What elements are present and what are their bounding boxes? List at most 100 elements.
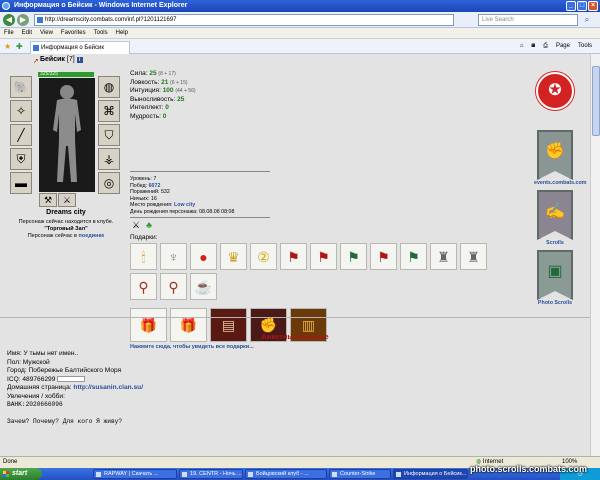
meta-label: Побед:	[130, 182, 148, 189]
slot-dagger[interactable]: ⚔	[58, 193, 76, 207]
number-two-icon: ②	[257, 249, 270, 265]
menu-file[interactable]: File	[4, 28, 14, 38]
menu-tools[interactable]: Tools	[94, 28, 108, 38]
red-banner-icon: ⚑	[377, 249, 390, 265]
armor-icon: ⛨	[16, 152, 26, 166]
maximize-icon[interactable]: □	[577, 1, 587, 11]
character-name: Бейсик	[40, 56, 65, 63]
gift-item[interactable]: ⚑	[400, 243, 427, 270]
stat-label: Мудрость:	[130, 112, 161, 120]
scrolls-banner-block[interactable]: ✍ Scrolls	[534, 190, 576, 246]
stat-value: 25	[177, 95, 185, 103]
slot-belt[interactable]: ▬	[10, 172, 32, 194]
start-button[interactable]: start	[0, 468, 42, 480]
all-gifts-link[interactable]: Нажмите сюда, чтобы увидеть все подарки.…	[130, 344, 254, 350]
combats-logo-icon: ✪	[536, 72, 574, 110]
clover-icon[interactable]: ♣	[146, 220, 152, 231]
vertical-scrollbar[interactable]	[590, 54, 600, 456]
slot-mace[interactable]: ⚒	[39, 193, 57, 207]
menu-edit[interactable]: Edit	[22, 28, 32, 38]
stat-row: Интеллект: 0	[130, 104, 196, 113]
gift-item[interactable]: ♜	[460, 243, 487, 270]
print-icon[interactable]: ⎙	[543, 41, 548, 52]
slot-amulet[interactable]: ✧	[10, 100, 32, 122]
taskbar-item[interactable]: 19. CENTR - Ночь ...	[179, 469, 243, 479]
gift-item[interactable]: ☕	[190, 273, 217, 300]
profile-home-row: Домашняя страница: http://susanin.clan.s…	[7, 384, 143, 393]
page-menu-button[interactable]: Page	[556, 41, 570, 52]
tab-active[interactable]: Информация о Бейсик	[30, 41, 130, 54]
gift-item[interactable]: ♛	[220, 243, 247, 270]
address-row: ◀ ▶ http://dreamscity.combats.com/inf.pl…	[0, 12, 600, 28]
menu-help[interactable]: Help	[116, 28, 128, 38]
feeds-icon[interactable]: ◙	[532, 41, 536, 52]
search-input[interactable]: Live Search	[478, 14, 578, 26]
slot-earrings[interactable]: 🐘	[10, 76, 32, 98]
close-icon[interactable]: ×	[588, 1, 598, 11]
stat-value: 100	[162, 87, 174, 94]
profile-block: Имя: У тьмы нет имен.. Пол: Мужской Горо…	[7, 350, 143, 426]
taskbar-item-active[interactable]: Информация о Бейсик...	[393, 469, 468, 479]
scrollbar-thumb[interactable]	[592, 66, 600, 136]
slot-helmet[interactable]: ◍	[98, 76, 120, 98]
home-icon[interactable]: ⌂	[520, 41, 524, 52]
slot-boots[interactable]: ⚶	[98, 148, 120, 170]
add-favorite-icon[interactable]: ✚	[16, 42, 23, 51]
minimize-icon[interactable]: _	[566, 1, 576, 11]
stat-label: Интуиция:	[130, 87, 161, 94]
slot-weapon[interactable]: ╱	[10, 124, 32, 146]
gift-item[interactable]: ⚑	[310, 243, 337, 270]
forward-icon[interactable]: ▶	[17, 14, 29, 26]
stat-label: Ловкость:	[130, 78, 160, 86]
address-input[interactable]: http://dreamscity.combats.com/inf.pl?120…	[34, 14, 454, 26]
profile-home-link[interactable]: http://susanin.clan.su/	[73, 384, 143, 391]
taskbar-item-label: Информация о Бейсик...	[404, 471, 467, 477]
gift-item[interactable]: ⚑	[370, 243, 397, 270]
gift-item[interactable]: ⚲	[160, 273, 187, 300]
events-banner-block[interactable]: ✊ events.combats.com	[534, 130, 586, 186]
favorites-star-icon[interactable]: ★	[4, 42, 11, 51]
back-icon[interactable]: ◀	[3, 14, 15, 26]
meta-label: День рождения персонажа:	[130, 208, 198, 215]
gift-item[interactable]: ♜	[430, 243, 457, 270]
mace-icon: ⚲	[138, 279, 149, 295]
slot-ring[interactable]: ◎	[98, 172, 120, 194]
taskbar-item-label: 19. CENTR - Ночь ...	[190, 471, 242, 477]
taskbar-item[interactable]: Бойцовский клуб - ...	[245, 469, 327, 479]
trophy-icon: ♛	[227, 249, 240, 265]
earrings-icon: 🐘	[13, 80, 29, 94]
crossed-swords-icon[interactable]: ⚔	[132, 220, 140, 231]
menu-favorites[interactable]: Favorites	[61, 28, 86, 38]
gift-item[interactable]: ⚲	[130, 273, 157, 300]
taskbar-item[interactable]: RAPWAY | Скачать ...	[93, 469, 177, 479]
info-icon[interactable]: i	[76, 57, 83, 63]
location-room: "Торговый Зал"	[44, 226, 88, 232]
tools-menu-button[interactable]: Tools	[578, 41, 592, 52]
activity-link[interactable]: поединке	[79, 233, 105, 239]
gift-item[interactable]: ⚑	[340, 243, 367, 270]
menu-view[interactable]: View	[40, 28, 53, 38]
meta-value: 7	[153, 176, 157, 182]
photo-scrolls-banner-block[interactable]: ▣ Photo Scrolls	[534, 250, 576, 306]
profile-motto: Зачем? Почему? Для кого Я живу?	[7, 417, 123, 425]
gift-item[interactable]: ⚑	[280, 243, 307, 270]
slot-armor[interactable]: ⛨	[10, 148, 32, 170]
gift-item[interactable]: ♆	[160, 243, 187, 270]
mace-icon: ⚒	[43, 195, 53, 205]
slot-bracer[interactable]: ⌘	[98, 100, 120, 122]
photo-scrolls-link[interactable]: Photo Scrolls	[534, 300, 576, 306]
gift-item[interactable]: 🕯	[130, 243, 157, 270]
events-logo-block[interactable]: ✪	[534, 72, 576, 110]
search-icon[interactable]: ⌕	[580, 14, 594, 26]
gift-item[interactable]: ●	[190, 243, 217, 270]
candle-icon: 🕯	[141, 249, 146, 265]
slot-shield[interactable]: ⛉	[98, 124, 120, 146]
stat-value: 21	[161, 78, 169, 86]
events-link[interactable]: events.combats.com	[534, 180, 586, 186]
window-title: Информация о Бейсик - Windows Internet E…	[14, 2, 188, 9]
photo-scrolls-banner-icon: ▣	[537, 250, 573, 300]
scrolls-link[interactable]: Scrolls	[534, 240, 576, 246]
gift-item[interactable]: ②	[250, 243, 277, 270]
taskbar-item[interactable]: Counter-Strike	[329, 469, 391, 479]
tab-label: Информация о Бейсик	[41, 45, 105, 51]
